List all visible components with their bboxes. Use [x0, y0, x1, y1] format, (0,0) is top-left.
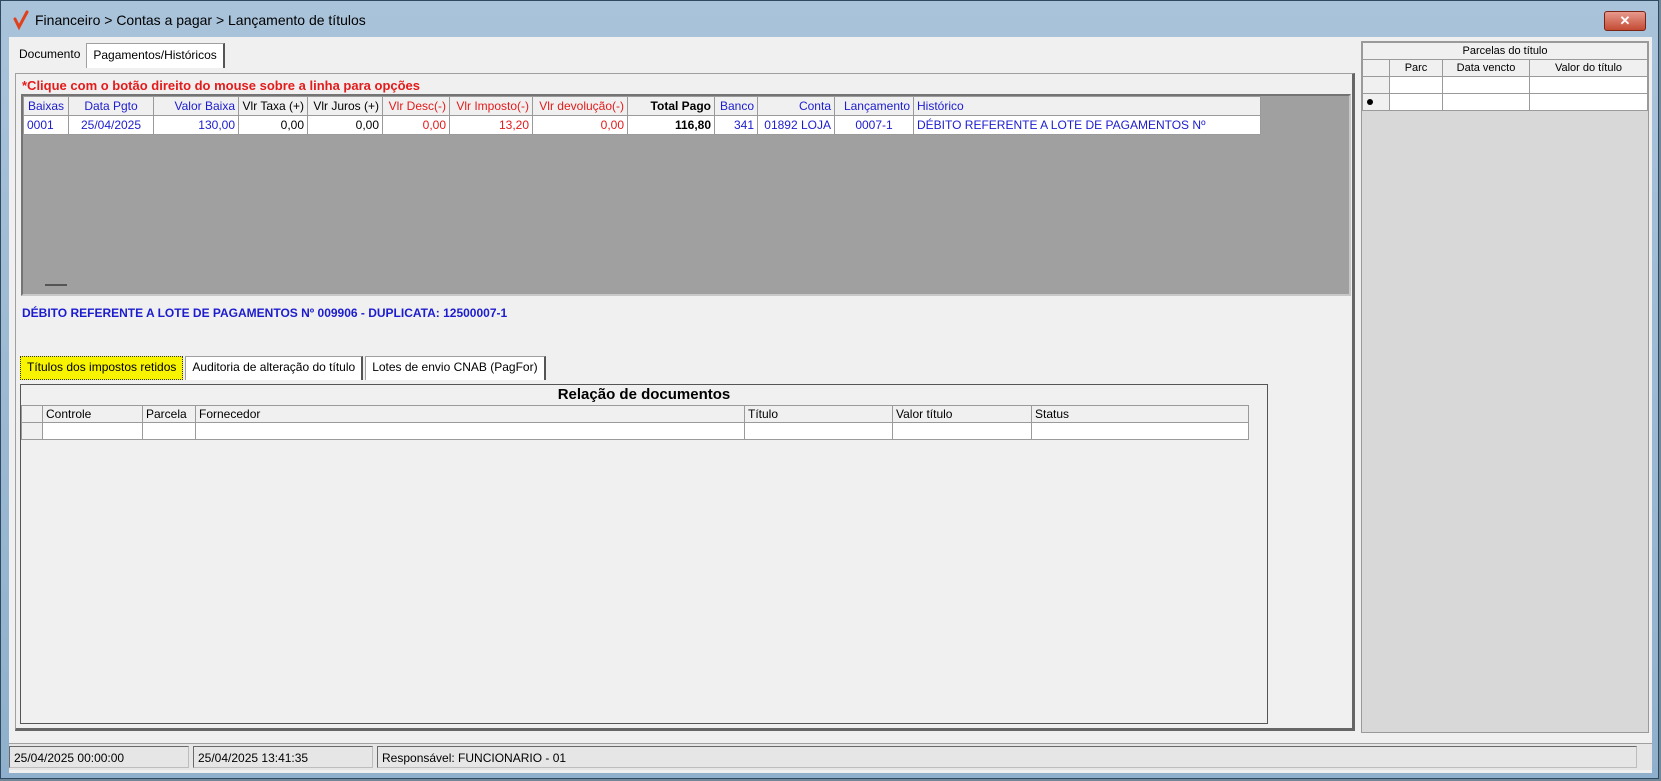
- cell-vlr-imposto: 13,20: [449, 115, 533, 135]
- app-logo-icon: [13, 10, 29, 30]
- documents-table[interactable]: Controle Parcela Fornecedor Título Valor…: [21, 405, 1249, 440]
- col-total-pago[interactable]: Total Pago: [627, 96, 715, 116]
- payments-header-row: Baixas Data Pgto Valor Baixa Vlr Taxa (+…: [23, 96, 1261, 116]
- col-controle[interactable]: Controle: [42, 405, 143, 423]
- status-bar: 25/04/2025 00:00:00 25/04/2025 13:41:35 …: [9, 743, 1652, 770]
- table-row[interactable]: [1362, 76, 1648, 94]
- context-menu-hint: *Clique com o botão direito do mouse sob…: [22, 78, 421, 93]
- col-vlr-desc[interactable]: Vlr Desc(-): [382, 96, 450, 116]
- sub-tabs: Títulos dos impostos retidos Auditoria d…: [20, 356, 548, 380]
- row-indicator: [1362, 76, 1390, 94]
- tab-lotes-cnab[interactable]: Lotes de envio CNAB (PagFor): [365, 356, 546, 380]
- status-responsavel: Responsável: FUNCIONARIO - 01: [377, 746, 1637, 768]
- main-window: Financeiro > Contas a pagar > Lançamento…: [0, 0, 1659, 779]
- cell-vlr-juros: 0,00: [307, 115, 383, 135]
- col-data-pgto[interactable]: Data Pgto: [68, 96, 154, 116]
- status-modified: 25/04/2025 13:41:35: [193, 746, 373, 768]
- cell-baixa: 0001: [23, 115, 69, 135]
- cell-parc: [1389, 93, 1443, 111]
- row-indicator: [21, 422, 43, 440]
- col-fornecedor[interactable]: Fornecedor: [195, 405, 745, 423]
- cell-status: [1031, 422, 1249, 440]
- documents-header-row: Controle Parcela Fornecedor Título Valor…: [21, 405, 1249, 423]
- tab-titulos-impostos-retidos[interactable]: Títulos dos impostos retidos: [20, 356, 184, 380]
- parcelas-table[interactable]: Parcelas do título Parc Data vencto Valo…: [1362, 42, 1648, 111]
- cell-parcela: [142, 422, 196, 440]
- cell-lancamento: 0007-1: [834, 115, 914, 135]
- cell-data-pgto: 25/04/2025: [68, 115, 154, 135]
- col-titulo[interactable]: Título: [744, 405, 893, 423]
- horizontal-scroll-thumb[interactable]: [45, 284, 67, 286]
- col-vlr-imposto[interactable]: Vlr Imposto(-): [449, 96, 533, 116]
- payment-row[interactable]: 0001 25/04/2025 130,00 0,00 0,00 0,00 13…: [23, 115, 1261, 135]
- tab-documento[interactable]: Documento: [13, 43, 86, 67]
- cell-data-vencto: [1442, 76, 1530, 94]
- left-area: Documento Pagamentos/Históricos *Clique …: [9, 37, 1357, 737]
- cell-banco: 341: [714, 115, 758, 135]
- history-text: DÉBITO REFERENTE A LOTE DE PAGAMENTOS Nº…: [22, 306, 508, 320]
- cell-vlr-desc: 0,00: [382, 115, 450, 135]
- client-area: Documento Pagamentos/Históricos *Clique …: [9, 37, 1652, 773]
- cell-valor-titulo: [892, 422, 1032, 440]
- parcelas-title: Parcelas do título: [1362, 42, 1648, 60]
- cell-valor-baixa: 130,00: [153, 115, 239, 135]
- cell-valor-do-titulo: [1529, 76, 1648, 94]
- cell-vlr-taxa: 0,00: [238, 115, 308, 135]
- col-status[interactable]: Status: [1031, 405, 1249, 423]
- tab-auditoria-alteracao[interactable]: Auditoria de alteração do título: [185, 356, 364, 380]
- col-banco[interactable]: Banco: [714, 96, 758, 116]
- col-parcela[interactable]: Parcela: [142, 405, 196, 423]
- parcelas-panel: Parcelas do título Parc Data vencto Valo…: [1361, 41, 1649, 733]
- col-row-indicator: [1362, 59, 1390, 77]
- payments-table: Baixas Data Pgto Valor Baixa Vlr Taxa (+…: [23, 96, 1261, 135]
- table-row[interactable]: [21, 422, 1249, 440]
- col-vlr-devolucao[interactable]: Vlr devolução(-): [532, 96, 628, 116]
- cell-historico: DÉBITO REFERENTE A LOTE DE PAGAMENTOS Nº: [913, 115, 1261, 135]
- col-conta[interactable]: Conta: [757, 96, 835, 116]
- parcelas-header-row: Parc Data vencto Valor do título: [1362, 59, 1648, 77]
- payments-grid[interactable]: Baixas Data Pgto Valor Baixa Vlr Taxa (+…: [21, 94, 1351, 296]
- col-parc[interactable]: Parc: [1389, 59, 1443, 77]
- main-tabs: Documento Pagamentos/Históricos: [13, 43, 225, 68]
- status-created: 25/04/2025 00:00:00: [9, 746, 189, 768]
- parcelas-title-row: Parcelas do título: [1362, 42, 1648, 60]
- cell-vlr-devolucao: 0,00: [532, 115, 628, 135]
- cell-total-pago: 116,80: [627, 115, 715, 135]
- col-vlr-taxa[interactable]: Vlr Taxa (+): [238, 96, 308, 116]
- cell-parc: [1389, 76, 1443, 94]
- current-row-icon: [1367, 99, 1373, 105]
- col-baixas[interactable]: Baixas: [23, 96, 69, 116]
- documents-title: Relação de documentos: [557, 386, 731, 403]
- col-row-indicator: [21, 405, 43, 423]
- col-valor-baixa[interactable]: Valor Baixa: [153, 96, 239, 116]
- col-historico[interactable]: Histórico: [913, 96, 1261, 116]
- col-valor-titulo[interactable]: Valor título: [892, 405, 1032, 423]
- cell-valor-do-titulo: [1529, 93, 1648, 111]
- cell-controle: [42, 422, 143, 440]
- cell-data-vencto: [1442, 93, 1530, 111]
- row-indicator: [1362, 93, 1390, 111]
- title-bar: Financeiro > Contas a pagar > Lançamento…: [7, 5, 1652, 35]
- pagamentos-panel: *Clique com o botão direito do mouse sob…: [15, 73, 1355, 731]
- documents-panel: Relação de documentos Controle Parcela F…: [20, 384, 1268, 724]
- col-vlr-juros[interactable]: Vlr Juros (+): [307, 96, 383, 116]
- col-lancamento[interactable]: Lançamento: [834, 96, 914, 116]
- cell-titulo: [744, 422, 893, 440]
- close-button[interactable]: ✕: [1604, 11, 1646, 31]
- cell-conta: 01892 LOJA: [757, 115, 835, 135]
- cell-fornecedor: [195, 422, 745, 440]
- col-valor-do-titulo[interactable]: Valor do título: [1529, 59, 1648, 77]
- table-row[interactable]: [1362, 93, 1648, 111]
- tab-pagamentos-historicos[interactable]: Pagamentos/Históricos: [86, 43, 225, 68]
- col-data-vencto[interactable]: Data vencto: [1442, 59, 1530, 77]
- window-title: Financeiro > Contas a pagar > Lançamento…: [35, 12, 366, 28]
